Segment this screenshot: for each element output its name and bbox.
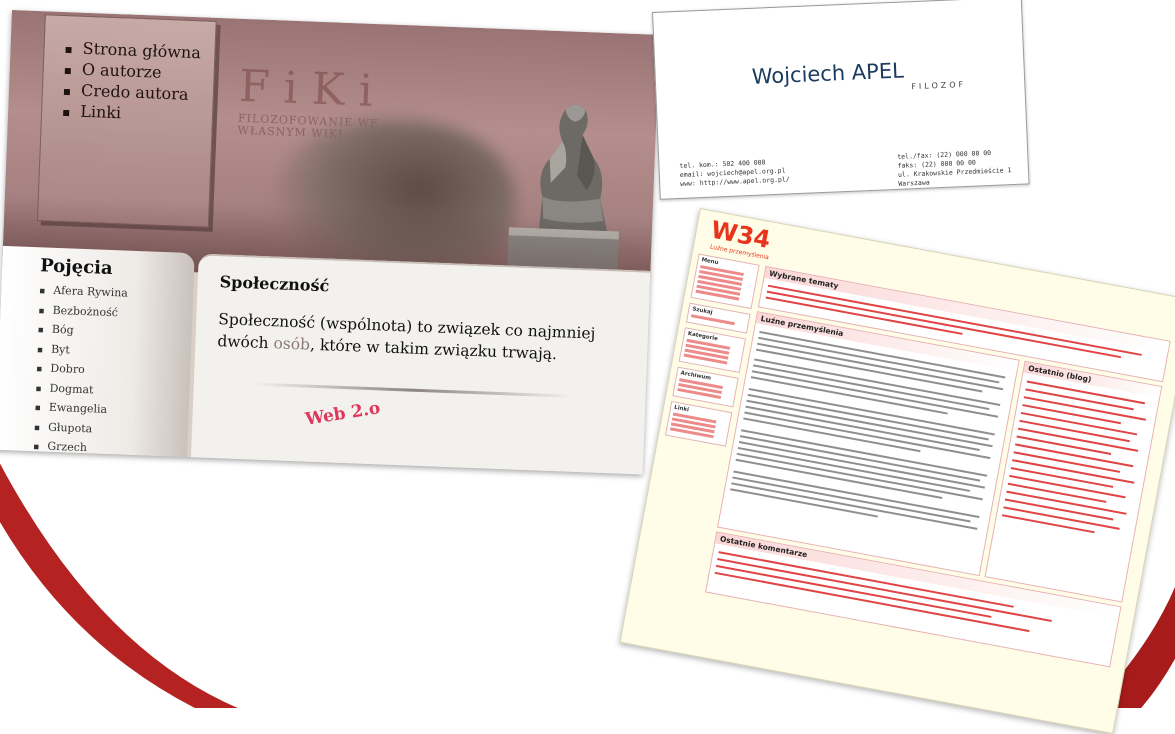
concept-link[interactable]: Ewangelia (34, 398, 123, 421)
article-text: Społeczność (wspólnota) to związek co na… (217, 308, 628, 368)
concept-link[interactable]: Afera Rywina (39, 281, 128, 304)
concept-link[interactable]: Dobro (36, 359, 125, 382)
article-title: Społeczność (219, 272, 330, 296)
w34-side-box: Linki (664, 401, 733, 447)
card-contact-left: tel. kom.: 502 400 000 email: wojciech@a… (679, 157, 790, 189)
concept-link[interactable]: Bóg (37, 320, 126, 343)
article-divider (253, 382, 574, 398)
concepts-list: Afera Rywina Bezbożność Bóg Byt Dobro Do… (33, 281, 128, 460)
w34-side-box: Archiwum (672, 366, 739, 408)
card-role: FILOZOF (911, 79, 967, 92)
nav-item-links[interactable]: Linki (62, 101, 213, 128)
w34-thoughts-panel: Luźne przemyślenia (717, 311, 1020, 577)
fiki-logo: FiKi (238, 60, 388, 118)
fiki-nav: Strona główna O autorze Credo autora Lin… (42, 15, 216, 127)
w34-text-line (731, 482, 978, 530)
thinker-statue-image (506, 104, 619, 292)
w34-site-screenshot: W34 Luźne przemyślenia Menu Szukaj Kateg… (619, 208, 1175, 734)
fiki-article: Społeczność Społeczność (wspólnota) to z… (190, 253, 659, 475)
business-card: Wojciech APEL FILOZOF tel. kom.: 502 400… (652, 0, 1030, 200)
fiki-header: Strona główna O autorze Credo autora Lin… (2, 10, 660, 295)
w34-comment-link[interactable] (715, 564, 992, 618)
card-contact-right: tel./fax: (22) 000 00 00 faks: (22) 000 … (897, 147, 1028, 188)
sidebar-title: Pojęcia (39, 255, 114, 280)
fiki-nav-box: Strona główna O autorze Credo autora Lin… (36, 14, 217, 228)
fiki-sidebar: Pojęcia Afera Rywina Bezbożność Bóg Byt … (0, 245, 195, 474)
w34-side-box: Menu (690, 253, 760, 310)
card-name: Wojciech APEL (751, 58, 905, 89)
article-link[interactable]: osób (273, 334, 310, 353)
article-text-part: , które w takim związku trwają. (309, 335, 558, 364)
w34-blog-link[interactable] (1001, 514, 1095, 534)
w34-side-box: Kategorie (678, 327, 746, 373)
